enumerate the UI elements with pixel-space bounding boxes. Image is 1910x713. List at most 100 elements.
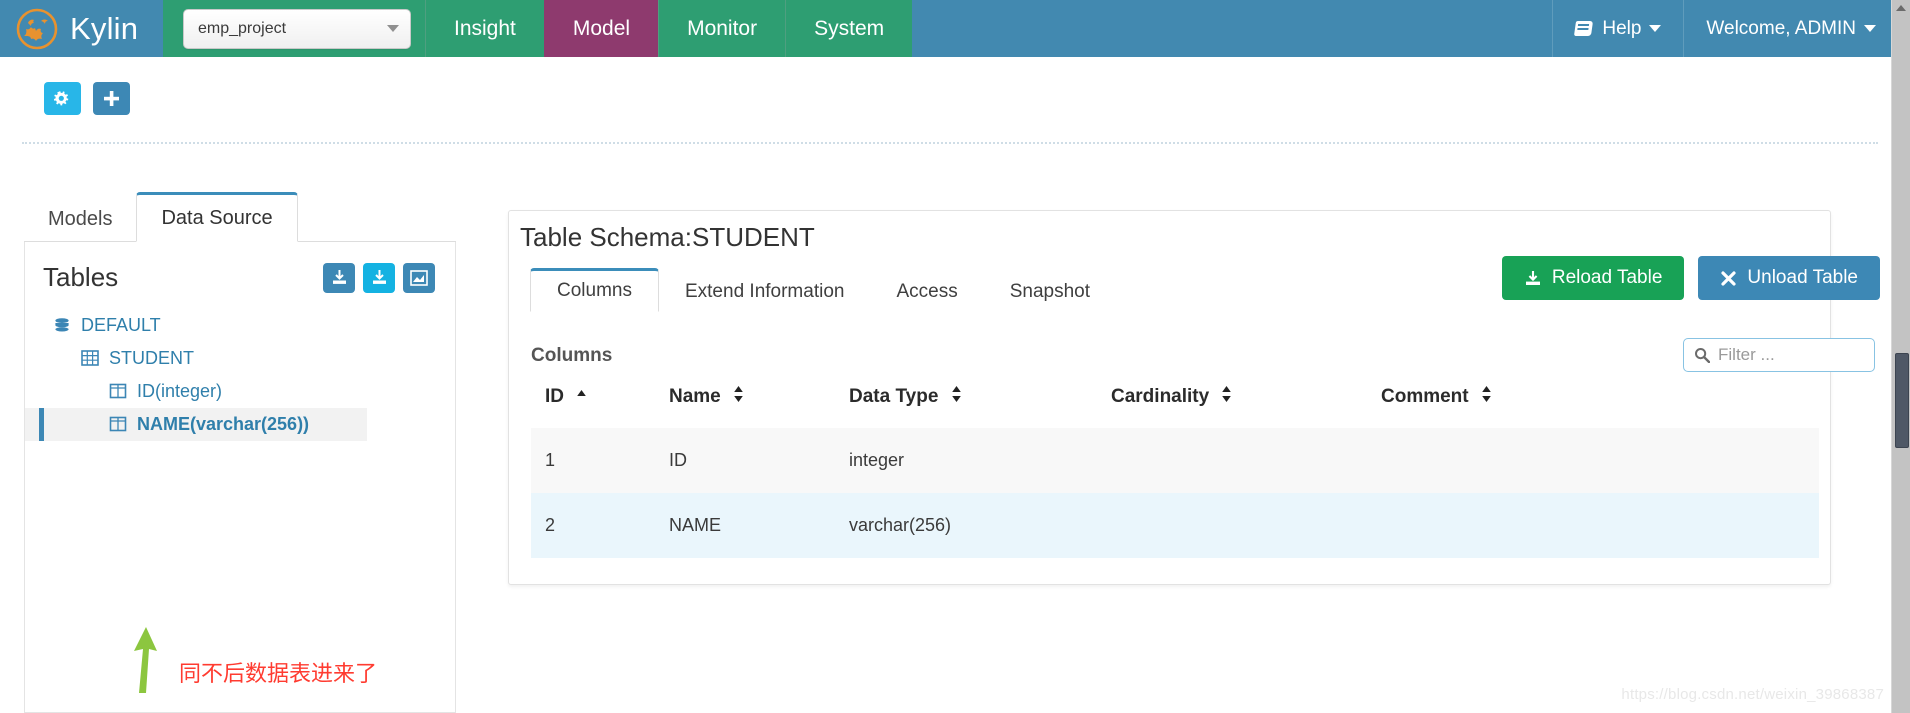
scrollbar-thumb[interactable]	[1895, 353, 1909, 448]
tree-node-column-name[interactable]: NAME(varchar(256))	[25, 408, 367, 441]
sort-both-icon	[733, 386, 744, 408]
project-selector-wrap: emp_project	[165, 0, 425, 57]
gears-icon	[53, 90, 69, 105]
columns-section-label: Columns	[531, 345, 613, 366]
tree-node-column-id-label: ID(integer)	[137, 381, 223, 401]
brand-label: Kylin	[70, 11, 139, 46]
th-name-label: Name	[669, 386, 721, 408]
th-comment[interactable]: Comment	[1381, 386, 1819, 428]
manage-projects-button[interactable]	[44, 82, 81, 115]
nav-item-model-label: Model	[572, 16, 631, 40]
cell-comment	[1381, 428, 1819, 494]
plus-icon	[104, 91, 119, 106]
chevron-down-icon	[1649, 25, 1662, 32]
cell-id: 2	[531, 493, 669, 559]
navbar-right: Help Welcome, ADMIN	[1552, 0, 1898, 57]
cell-cardinality	[1111, 493, 1381, 559]
cell-id: 1	[531, 428, 669, 494]
project-toolbar	[0, 57, 1898, 145]
nav-item-insight-label: Insight	[454, 16, 516, 40]
app-root: Kylin emp_project Insight Model Monitor …	[0, 0, 1910, 713]
toolbar-divider	[22, 142, 1878, 144]
load-table-from-tree-button[interactable]	[363, 262, 395, 293]
th-cardinality-label: Cardinality	[1111, 386, 1210, 408]
tab-snapshot-label: Snapshot	[1009, 281, 1091, 302]
project-select[interactable]: emp_project	[183, 8, 411, 49]
load-table-button[interactable]	[323, 262, 355, 293]
table-row[interactable]: 2 NAME varchar(256)	[531, 493, 1819, 559]
cell-comment	[1381, 493, 1819, 559]
th-data-type-label: Data Type	[849, 386, 939, 408]
filter-input-wrap[interactable]: Filter ...	[1683, 338, 1875, 372]
chevron-down-icon	[1864, 25, 1876, 32]
annotation-arrow-icon	[124, 625, 164, 695]
th-data-type[interactable]: Data Type	[849, 386, 1111, 428]
nav-item-monitor[interactable]: Monitor	[658, 0, 786, 57]
top-navbar: Kylin emp_project Insight Model Monitor …	[0, 0, 1898, 57]
page-scrollbar[interactable]	[1891, 0, 1910, 713]
nav-item-system[interactable]: System	[785, 0, 913, 57]
nav-item-insight[interactable]: Insight	[425, 0, 544, 57]
cell-name: ID	[669, 428, 849, 494]
add-project-button[interactable]	[93, 82, 130, 115]
tree-node-student[interactable]: STUDENT	[25, 342, 455, 375]
tables-action-buttons	[323, 262, 435, 293]
scroll-up-icon[interactable]	[1896, 5, 1906, 11]
cell-name: NAME	[669, 493, 849, 559]
content-tabs: Columns Extend Information Access Snapsh…	[530, 268, 1116, 312]
brand[interactable]: Kylin	[0, 0, 165, 57]
tables-tree: DEFAULT STUDENT ID(integer) NAME(varchar…	[25, 309, 455, 441]
navbar-right-edge	[1879, 0, 1891, 57]
sort-both-icon	[1481, 386, 1492, 408]
reload-table-button[interactable]: Reload Table	[1501, 256, 1685, 300]
tab-columns[interactable]: Columns	[530, 268, 659, 312]
help-menu[interactable]: Help	[1552, 0, 1684, 57]
columns-table: ID Name Data Type Cardinality Comment 1 …	[531, 386, 1819, 559]
filter-input-placeholder: Filter ...	[1718, 345, 1775, 364]
user-menu[interactable]: Welcome, ADMIN	[1683, 0, 1898, 57]
database-icon	[53, 317, 71, 335]
nav-items: Insight Model Monitor System	[425, 0, 913, 57]
th-cardinality[interactable]: Cardinality	[1111, 386, 1381, 428]
project-select-value: emp_project	[198, 19, 287, 37]
download-icon	[1525, 270, 1540, 285]
cell-cardinality	[1111, 428, 1381, 494]
reload-table-label: Reload Table	[1551, 267, 1663, 288]
sort-both-icon	[951, 386, 962, 408]
download-table-icon	[332, 270, 346, 284]
th-name[interactable]: Name	[669, 386, 849, 428]
tab-data-source[interactable]: Data Source	[136, 192, 298, 242]
tab-columns-label: Columns	[557, 280, 632, 301]
tab-access[interactable]: Access	[870, 272, 983, 312]
tables-header: Tables	[25, 242, 455, 293]
th-id[interactable]: ID	[531, 386, 669, 428]
left-panel: Models Data Source Tables DEFAULT STUDEN…	[24, 190, 456, 713]
column-icon	[109, 383, 127, 401]
table-row[interactable]: 1 ID integer	[531, 428, 1819, 494]
tree-node-default-label: DEFAULT	[81, 315, 161, 335]
left-panel-tabs: Models Data Source	[24, 190, 456, 242]
nav-item-monitor-label: Monitor	[687, 16, 758, 40]
navbar-spacer	[912, 0, 1553, 57]
tab-extend-information[interactable]: Extend Information	[659, 272, 870, 312]
tab-data-source-label: Data Source	[161, 206, 273, 229]
th-comment-label: Comment	[1381, 386, 1469, 408]
nav-item-model[interactable]: Model	[543, 0, 659, 57]
tab-extend-information-label: Extend Information	[684, 281, 845, 302]
columns-table-head: ID Name Data Type Cardinality Comment	[531, 386, 1819, 428]
tab-snapshot[interactable]: Snapshot	[984, 272, 1116, 312]
snapshot-button[interactable]	[403, 262, 435, 293]
page-title: Table Schema:STUDENT	[520, 222, 815, 252]
table-icon	[81, 349, 99, 368]
tree-node-column-name-label: NAME(varchar(256))	[137, 414, 310, 434]
tab-models[interactable]: Models	[24, 196, 136, 242]
watermark: https://blog.csdn.net/weixin_39868387	[1621, 686, 1884, 703]
tree-node-default[interactable]: DEFAULT	[25, 309, 455, 342]
tables-title: Tables	[43, 262, 119, 292]
tree-node-column-id[interactable]: ID(integer)	[25, 375, 455, 408]
table-header-row: ID Name Data Type Cardinality Comment	[531, 386, 1819, 428]
unload-table-button[interactable]: Unload Table	[1698, 256, 1880, 300]
unload-table-label: Unload Table	[1747, 267, 1858, 288]
sort-both-icon	[1221, 386, 1232, 408]
table-action-buttons: Reload Table Unload Table	[1501, 256, 1880, 300]
